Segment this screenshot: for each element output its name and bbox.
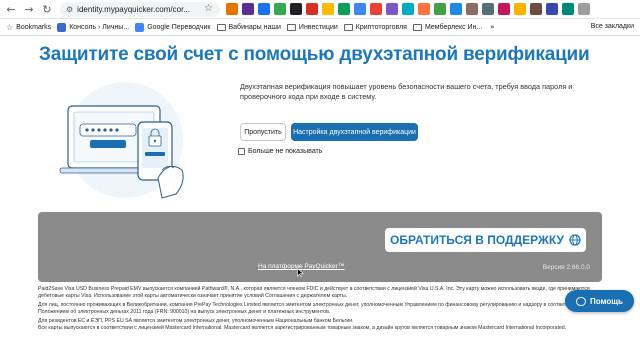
bookmark-star-icon[interactable]: ☆: [204, 3, 213, 14]
all-bookmarks[interactable]: Все закладки: [591, 23, 634, 30]
folder-icon: [412, 23, 422, 31]
contact-support-button[interactable]: ОБРАТИТЬСЯ В ПОДДЕРЖКУ: [385, 228, 586, 252]
forward-icon[interactable]: →: [22, 2, 36, 16]
bookmark-folder[interactable]: Вабинары наши: [216, 23, 281, 31]
bookmark-item[interactable]: Google Переводчик: [135, 22, 211, 32]
bookmark-label: Google Переводчик: [147, 23, 211, 31]
bookmark-label: Мемберлекс Ин...: [424, 23, 483, 31]
address-bar[interactable]: ⚙ identity.mypayquicker.com/cor...: [60, 2, 220, 17]
bookmark-folder[interactable]: Криптоторговля: [343, 23, 407, 31]
bookmark-folder[interactable]: Инвестиции: [286, 23, 338, 31]
extension-icon[interactable]: [466, 3, 478, 15]
folder-icon: [216, 23, 226, 31]
extension-icon[interactable]: [322, 3, 334, 15]
help-label: Помощь: [590, 296, 623, 306]
bookmark-label: Криптоторговля: [355, 23, 407, 31]
bookmark-label: Вабинары наши: [228, 23, 281, 31]
extension-icon[interactable]: [386, 3, 398, 15]
extension-icon[interactable]: [258, 3, 270, 15]
legal-disclaimer: Paid2Save Visa USD Business Prepaid EMV …: [38, 286, 602, 335]
dont-show-again-row[interactable]: Больше не показывать: [238, 148, 322, 155]
extension-icon[interactable]: [562, 3, 574, 15]
version-text: Версия 2.66.0.0: [542, 264, 590, 271]
extension-icon[interactable]: [498, 3, 510, 15]
site-info-icon[interactable]: ⚙: [66, 5, 73, 14]
extension-icon[interactable]: [514, 3, 526, 15]
description-text: Двухэтапная верификация повышает уровень…: [240, 82, 573, 101]
extension-icon[interactable]: [354, 3, 366, 15]
bookmark-item[interactable]: Консоль › Личны...: [57, 22, 130, 32]
bookmark-item[interactable]: ☆ Bookmarks: [6, 20, 51, 34]
extension-icon[interactable]: [418, 3, 430, 15]
extension-icon[interactable]: [242, 3, 254, 15]
extension-icon[interactable]: [290, 3, 302, 15]
extension-icon[interactable]: [306, 3, 318, 15]
star-icon: ☆: [6, 22, 14, 32]
extension-icon[interactable]: [338, 3, 350, 15]
more-bookmarks-icon[interactable]: »: [490, 23, 494, 31]
legal-paragraph: Paid2Save Visa USD Business Prepaid EMV …: [38, 286, 590, 299]
browser-toolbar: ← → ↻ ⚙ identity.mypayquicker.com/cor...…: [0, 0, 640, 19]
extension-icon[interactable]: [274, 3, 286, 15]
extension-icon[interactable]: [370, 3, 382, 15]
address-text: identity.mypayquicker.com/cor...: [77, 5, 190, 14]
bookmark-label: Инвестиции: [298, 23, 338, 31]
bookmarks-bar: ☆ Bookmarks Консоль › Личны... Google Пе…: [0, 19, 640, 36]
extension-icon[interactable]: [226, 3, 238, 15]
extension-icon[interactable]: [434, 3, 446, 15]
site-favicon-icon: [57, 22, 67, 32]
globe-icon: [569, 234, 581, 246]
skip-button[interactable]: Пропустить: [240, 123, 286, 141]
folder-icon: [343, 23, 353, 31]
extension-icon[interactable]: [546, 3, 558, 15]
dont-show-label: Больше не показывать: [248, 148, 323, 155]
extension-icon[interactable]: [482, 3, 494, 15]
mouse-cursor-icon: [297, 268, 304, 277]
back-icon[interactable]: ←: [4, 2, 18, 16]
translate-favicon-icon: [135, 22, 145, 32]
security-illustration: [59, 82, 184, 199]
legal-paragraph: Все карты выпускаются в соответствии с л…: [38, 324, 567, 331]
bookmark-folder[interactable]: Мемберлекс Ин...: [412, 23, 483, 31]
footer-panel: ОБРАТИТЬСЯ В ПОДДЕРЖКУ На платформе PayQ…: [38, 212, 602, 282]
page-title: Защитите свой счет с помощью двухэтапной…: [39, 44, 590, 65]
extension-icon[interactable]: [402, 3, 414, 15]
bookmark-label: Консоль › Личны...: [69, 23, 130, 31]
all-bookmarks-label: Все закладки: [590, 23, 634, 30]
extension-icon[interactable]: [450, 3, 462, 15]
legal-paragraph: Для резидентов ЕС и ЕЭП, PPS EU SA являе…: [38, 318, 354, 325]
help-chat-button[interactable]: Помощь: [565, 290, 634, 312]
setup-2fa-button[interactable]: Настройка двухэтапной верификации: [291, 123, 418, 141]
extension-icon[interactable]: [530, 3, 542, 15]
support-label: ОБРАТИТЬСЯ В ПОДДЕРЖКУ: [390, 233, 564, 247]
bookmark-label: Bookmarks: [16, 23, 52, 31]
page-content: Защитите свой счет с помощью двухэтапной…: [0, 37, 640, 360]
chat-bubble-icon: [576, 296, 587, 306]
legal-paragraph: Для лиц, постоянно проживающих в Великоб…: [38, 302, 584, 315]
folder-icon: [286, 23, 296, 31]
extensions-bar: [226, 3, 590, 15]
reload-icon[interactable]: ↻: [40, 2, 54, 16]
dont-show-checkbox[interactable]: [238, 148, 245, 155]
profile-avatar[interactable]: [578, 3, 590, 15]
